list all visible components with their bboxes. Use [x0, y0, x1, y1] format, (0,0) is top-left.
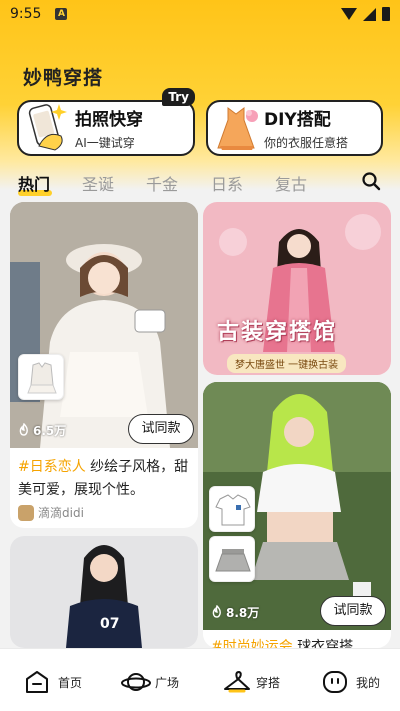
- feed-card[interactable]: 07: [10, 536, 198, 648]
- flame-icon: [211, 604, 223, 621]
- category-tabs: 热门 圣诞 千金 日系 复古: [0, 168, 400, 198]
- nav-home[interactable]: 首页: [24, 669, 82, 695]
- banner-image: [203, 202, 391, 375]
- avatar: [18, 504, 34, 521]
- try-same-button[interactable]: 试同款: [128, 414, 194, 444]
- nav-outfit-label: 穿搭: [256, 675, 281, 690]
- nav-home-label: 首页: [58, 675, 83, 690]
- author-name: 滴滴didi: [38, 506, 84, 520]
- diy-card-subtitle: 你的衣服任意搭: [264, 136, 349, 150]
- description-text: 球衣穿搭: [292, 639, 354, 648]
- status-bar: 9:55 A: [0, 0, 400, 28]
- try-same-button[interactable]: 试同款: [320, 596, 386, 626]
- garment-thumbnail[interactable]: [18, 354, 64, 400]
- post-description: #日系恋人 纱绘子风格，甜美可爱，展现个性。: [18, 456, 190, 502]
- home-icon: [24, 669, 50, 695]
- banner-subtitle: 梦大唐盛世 一键换古装: [227, 354, 347, 373]
- nav-square-label: 广场: [155, 675, 180, 690]
- topic-tag[interactable]: #日系恋人: [18, 459, 86, 475]
- diy-outfit-card[interactable]: DIY搭配 你的衣服任意搭: [206, 100, 383, 156]
- diy-card-title: DIY搭配: [264, 110, 331, 130]
- photo-card-title: 拍照快穿: [75, 110, 143, 130]
- nav-profile[interactable]: 我的: [322, 669, 380, 695]
- garment-thumbnail[interactable]: [209, 486, 255, 532]
- author[interactable]: 滴滴didi: [18, 504, 84, 521]
- try-badge: Try: [162, 88, 195, 106]
- outfit-photo: 07: [10, 536, 198, 648]
- tab-princess[interactable]: 千金: [146, 171, 178, 195]
- nav-profile-label: 我的: [356, 675, 381, 690]
- planet-icon: [121, 669, 151, 695]
- like-count: 8.8万: [211, 604, 259, 621]
- outfit-photo: [10, 202, 198, 448]
- signal-icon: [363, 7, 376, 21]
- header-background: [0, 0, 400, 190]
- wifi-icon: [341, 8, 357, 20]
- dress-icon: [208, 100, 264, 156]
- topic-tag[interactable]: #时尚妙运会: [211, 639, 293, 648]
- tab-japanese[interactable]: 日系: [211, 171, 243, 195]
- tab-hot[interactable]: 热门: [18, 171, 50, 195]
- phone-hand-icon: [19, 100, 75, 156]
- battery-icon: [382, 7, 390, 21]
- search-icon[interactable]: [361, 171, 381, 191]
- banner-title: 古装穿搭馆: [217, 320, 338, 345]
- tab-vintage[interactable]: 复古: [275, 171, 307, 195]
- like-count-value: 6.5万: [33, 424, 67, 438]
- flame-icon: [18, 422, 30, 439]
- like-count-value: 8.8万: [226, 606, 260, 620]
- ancient-costume-banner[interactable]: 古装穿搭馆 梦大唐盛世 一键换古装: [203, 202, 391, 375]
- nav-square[interactable]: 广场: [121, 669, 179, 695]
- status-time: 9:55: [10, 6, 42, 22]
- hanger-icon: [222, 669, 250, 695]
- bottom-navigation: 首页 广场 穿搭 我的: [0, 648, 400, 711]
- garment-thumbnail[interactable]: [209, 536, 255, 582]
- notification-icon: A: [55, 8, 68, 20]
- photo-card-subtitle: AI一键试穿: [75, 136, 135, 150]
- like-count: 6.5万: [18, 422, 66, 439]
- post-description: #时尚妙运会 球衣穿搭: [211, 636, 383, 648]
- app-title: 妙鸭穿搭: [23, 67, 104, 89]
- svg-text:07: 07: [100, 616, 119, 632]
- nav-outfit[interactable]: 穿搭: [222, 669, 280, 695]
- profile-icon: [322, 669, 348, 695]
- tab-christmas[interactable]: 圣诞: [82, 171, 114, 195]
- feed-card[interactable]: 8.8万 试同款 #时尚妙运会 球衣穿搭: [203, 382, 391, 648]
- photo-try-on-card[interactable]: 拍照快穿 AI一键试穿 Try: [17, 88, 195, 156]
- feed-card[interactable]: 6.5万 试同款 #日系恋人 纱绘子风格，甜美可爱，展现个性。 滴滴didi: [10, 202, 198, 528]
